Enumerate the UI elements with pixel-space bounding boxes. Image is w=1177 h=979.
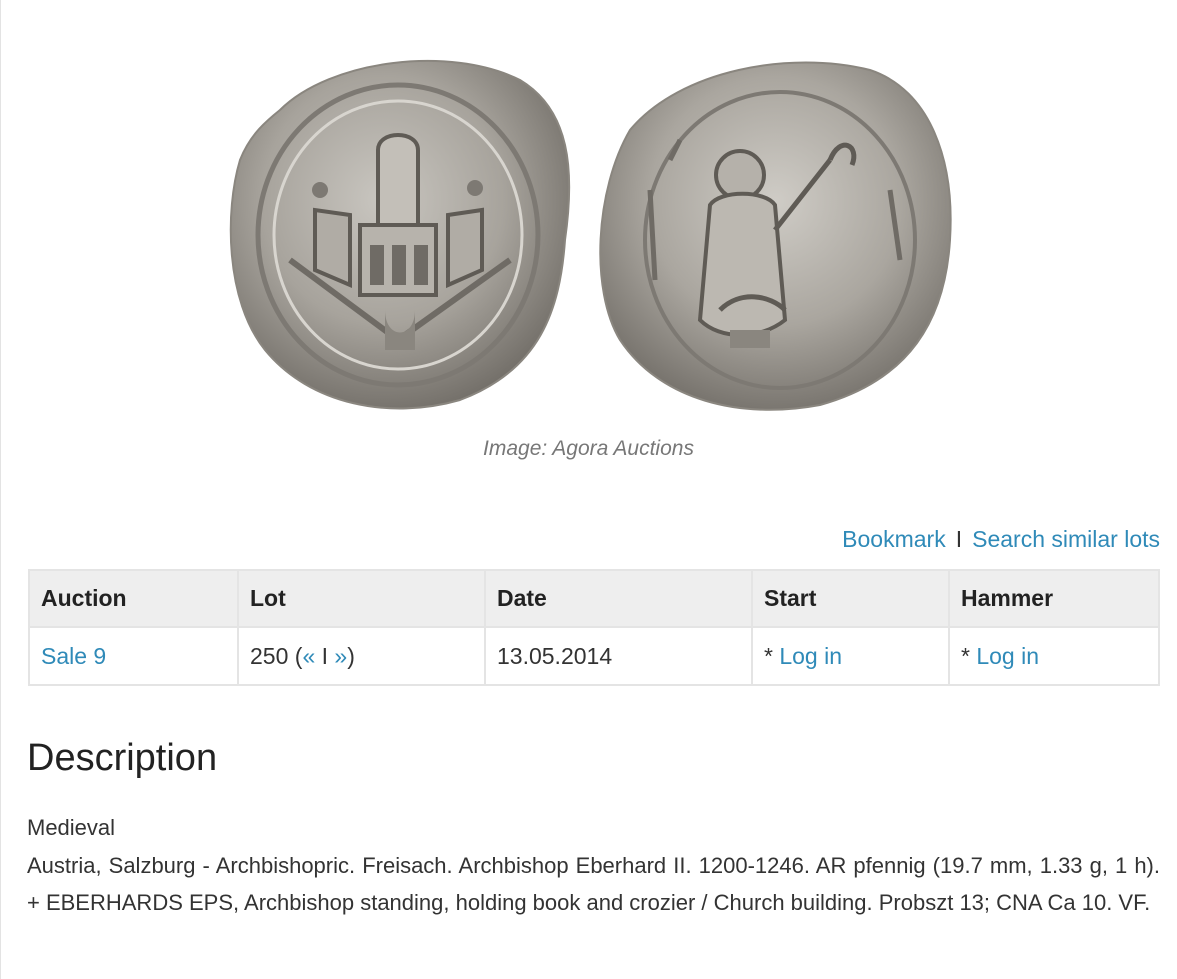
lot-actions: Bookmark I Search similar lots: [842, 526, 1160, 553]
header-auction: Auction: [28, 569, 239, 628]
auction-cell: Sale 9: [28, 626, 239, 686]
description-text: Austria, Salzburg - Archbishopric. Freis…: [27, 852, 1160, 916]
page-left-border: [0, 0, 1, 979]
header-lot: Lot: [237, 569, 486, 628]
start-login-link[interactable]: Log in: [779, 643, 842, 669]
search-similar-lots-link[interactable]: Search similar lots: [972, 526, 1160, 552]
lot-table: Auction Lot Date Start Hammer Sale 9 250…: [28, 569, 1160, 686]
header-start: Start: [751, 569, 950, 628]
coin-image[interactable]: [220, 40, 960, 420]
auction-sale-link[interactable]: Sale 9: [41, 643, 106, 669]
bookmark-link[interactable]: Bookmark: [842, 526, 946, 552]
hammer-login-link[interactable]: Log in: [976, 643, 1039, 669]
start-prefix: *: [764, 642, 780, 669]
lot-cell: 250 (« I »): [237, 626, 486, 686]
start-cell: * Log in: [751, 626, 950, 686]
hammer-prefix: *: [961, 642, 977, 669]
description-heading: Description: [27, 737, 218, 779]
hammer-cell: * Log in: [948, 626, 1160, 686]
header-date: Date: [484, 569, 753, 628]
description-body: Medieval Austria, Salzburg - Archbishopr…: [27, 809, 1160, 922]
lot-close-paren: ): [347, 642, 355, 669]
actions-separator: I: [955, 526, 963, 552]
description-category: Medieval: [27, 815, 116, 840]
lot-number: 250: [250, 642, 289, 669]
coin-obverse-image: [229, 59, 571, 410]
image-caption: Image: Agora Auctions: [483, 437, 694, 460]
table-header-row: Auction Lot Date Start Hammer: [28, 569, 1160, 628]
header-hammer: Hammer: [948, 569, 1160, 628]
coin-reverse-image: [599, 61, 952, 411]
previous-lot-link[interactable]: «: [302, 643, 315, 669]
lot-open-paren: (: [288, 642, 303, 669]
next-lot-link[interactable]: »: [334, 643, 347, 669]
date-cell: 13.05.2014: [484, 626, 753, 686]
lot-nav-separator: I: [315, 642, 335, 669]
table-row: Sale 9 250 (« I ») 13.05.2014 * Log in *…: [28, 626, 1160, 686]
